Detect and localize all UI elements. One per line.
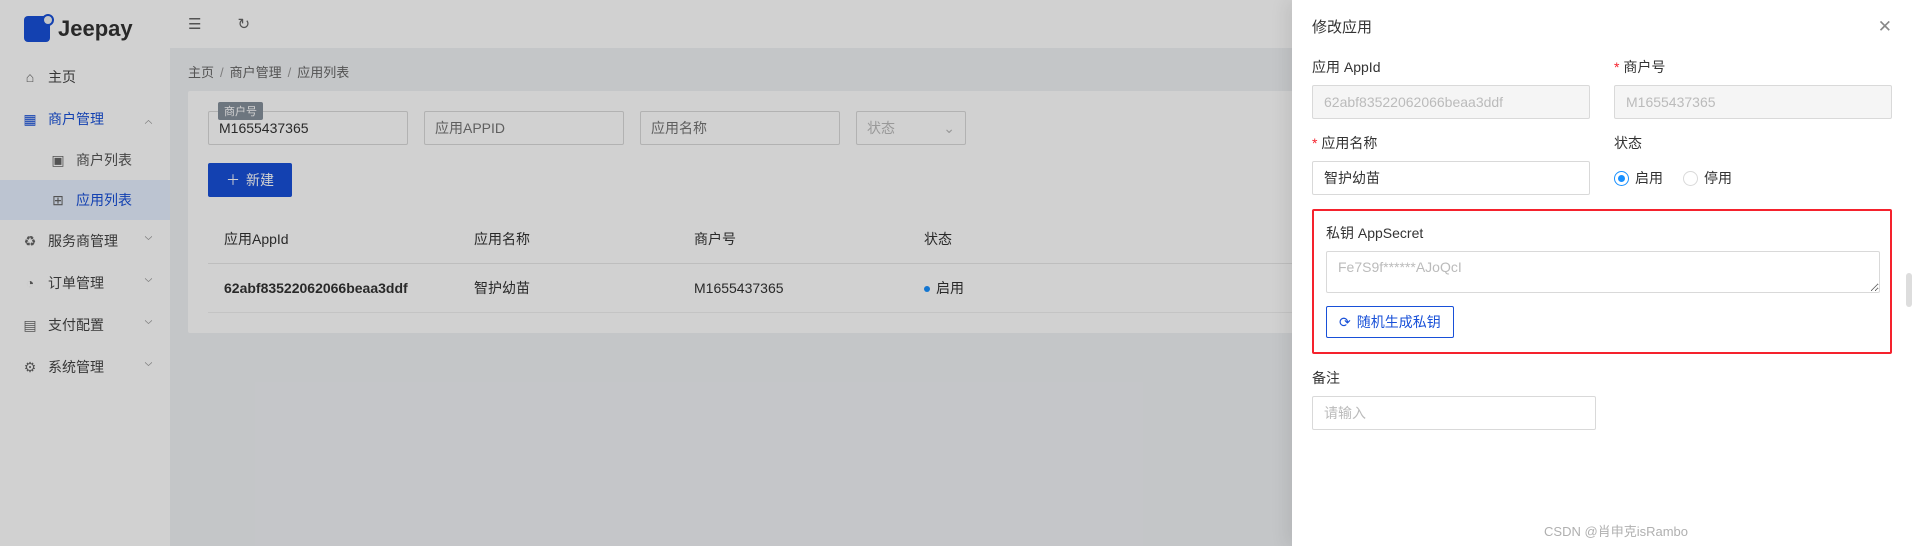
chevron-down-icon: ﹀ xyxy=(145,275,153,291)
filter-appid-wrap xyxy=(424,111,624,145)
field-status: 状态 启用 停用 xyxy=(1614,133,1892,195)
drawer-body: 应用 AppId 商户号 应用名称 状态 启用 停用 私钥 AppSec xyxy=(1292,53,1912,546)
sidebar-item-merchant-list[interactable]: ▣商户列表 xyxy=(0,140,170,180)
status-label: 状态 xyxy=(1614,133,1892,153)
appname-label: 应用名称 xyxy=(1312,133,1590,153)
chevron-up-icon: ︿ xyxy=(145,111,153,127)
radio-disable[interactable]: 停用 xyxy=(1683,168,1732,188)
cell-status: 启用 xyxy=(924,278,1014,298)
sidebar-item-orders[interactable]: ◔订单管理﹀ xyxy=(0,262,170,304)
chevron-down-icon: ⌄ xyxy=(943,120,955,137)
sidebar-item-system[interactable]: ⚙系统管理﹀ xyxy=(0,346,170,388)
chevron-down-icon: ﹀ xyxy=(145,317,153,333)
th-status: 状态 xyxy=(924,229,1014,249)
filter-appname-wrap xyxy=(640,111,840,145)
sidebar-item-home[interactable]: ⌂主页 xyxy=(0,56,170,98)
order-icon: ◔ xyxy=(22,275,38,291)
list-icon: ▣ xyxy=(50,152,66,169)
mch-input xyxy=(1614,85,1892,119)
secret-label: 私钥 AppSecret xyxy=(1326,223,1878,243)
sys-icon: ⚙ xyxy=(22,359,38,376)
secret-highlight-box: 私钥 AppSecret Fe7S9f******AJoQcI ⟳随机生成私钥 xyxy=(1312,209,1892,354)
sidebar-menu: ⌂主页 ▦商户管理︿ ▣商户列表 ⊞应用列表 ♻服务商管理﹀ ◔订单管理﹀ ▤支… xyxy=(0,56,170,388)
filter-appid-input[interactable] xyxy=(424,111,624,145)
th-appid: 应用AppId xyxy=(214,229,474,249)
resize-handle[interactable] xyxy=(1906,273,1912,307)
field-appname: 应用名称 xyxy=(1312,133,1590,195)
brand-logo-icon xyxy=(24,16,50,42)
breadcrumb-home[interactable]: 主页 xyxy=(188,65,214,80)
appid-label: 应用 AppId xyxy=(1312,57,1590,77)
appid-input xyxy=(1312,85,1590,119)
reload-icon[interactable]: ↻ xyxy=(237,15,250,33)
field-remark: 备注 xyxy=(1312,368,1596,430)
apps-icon: ▦ xyxy=(22,111,38,128)
appname-input[interactable] xyxy=(1312,161,1590,195)
breadcrumb-merchant[interactable]: 商户管理 xyxy=(230,65,282,80)
chevron-down-icon: ﹀ xyxy=(145,359,153,375)
filter-mch-wrap: 商户号 xyxy=(208,111,408,145)
filter-appname-input[interactable] xyxy=(640,111,840,145)
th-appname: 应用名称 xyxy=(474,229,694,249)
close-icon[interactable]: ✕ xyxy=(1878,17,1892,37)
generate-secret-button[interactable]: ⟳随机生成私钥 xyxy=(1326,306,1454,338)
radio-dot-icon xyxy=(1683,171,1698,186)
pay-icon: ▤ xyxy=(22,317,38,334)
radio-dot-icon xyxy=(1614,171,1629,186)
collapse-sidebar-icon[interactable]: ☰ xyxy=(188,15,201,33)
plus-icon: ＋ xyxy=(226,170,240,190)
sidebar-item-pay-config[interactable]: ▤支付配置﹀ xyxy=(0,304,170,346)
sidebar-item-merchant[interactable]: ▦商户管理︿ xyxy=(0,98,170,140)
remark-label: 备注 xyxy=(1312,368,1596,388)
watermark: CSDN @肖申克isRambo xyxy=(1544,521,1688,540)
new-button[interactable]: ＋新建 xyxy=(208,163,292,197)
filter-status-select[interactable]: 状态⌄ xyxy=(856,111,966,145)
cell-appname: 智护幼苗 xyxy=(474,278,694,298)
field-appid: 应用 AppId xyxy=(1312,57,1590,119)
mch-label: 商户号 xyxy=(1614,57,1892,77)
sidebar-item-app-list[interactable]: ⊞应用列表 xyxy=(0,180,170,220)
drawer-title: 修改应用 xyxy=(1312,16,1372,37)
brand: Jeepay xyxy=(0,0,170,56)
brand-name: Jeepay xyxy=(58,16,133,42)
filter-mch-label: 商户号 xyxy=(218,102,263,120)
th-mch: 商户号 xyxy=(694,229,924,249)
home-icon: ⌂ xyxy=(22,69,38,85)
radio-enable[interactable]: 启用 xyxy=(1614,168,1663,188)
breadcrumb-applist: 应用列表 xyxy=(297,65,349,80)
sidebar-item-provider[interactable]: ♻服务商管理﹀ xyxy=(0,220,170,262)
edit-drawer: 修改应用 ✕ 应用 AppId 商户号 应用名称 状态 启用 停用 xyxy=(1292,0,1912,546)
cell-mch: M1655437365 xyxy=(694,280,924,296)
grid-icon: ⊞ xyxy=(50,192,66,209)
chevron-down-icon: ﹀ xyxy=(145,233,153,249)
refresh-icon: ⟳ xyxy=(1339,314,1351,331)
status-dot-icon xyxy=(924,286,930,292)
secret-textarea[interactable]: Fe7S9f******AJoQcI xyxy=(1326,251,1880,293)
remark-input[interactable] xyxy=(1312,396,1596,430)
svc-icon: ♻ xyxy=(22,233,38,250)
field-mch: 商户号 xyxy=(1614,57,1892,119)
sidebar: Jeepay ⌂主页 ▦商户管理︿ ▣商户列表 ⊞应用列表 ♻服务商管理﹀ ◔订… xyxy=(0,0,170,546)
filter-status-wrap[interactable]: 状态⌄ xyxy=(856,111,966,145)
drawer-header: 修改应用 ✕ xyxy=(1292,0,1912,53)
cell-appid: 62abf83522062066beaa3ddf xyxy=(214,280,474,296)
